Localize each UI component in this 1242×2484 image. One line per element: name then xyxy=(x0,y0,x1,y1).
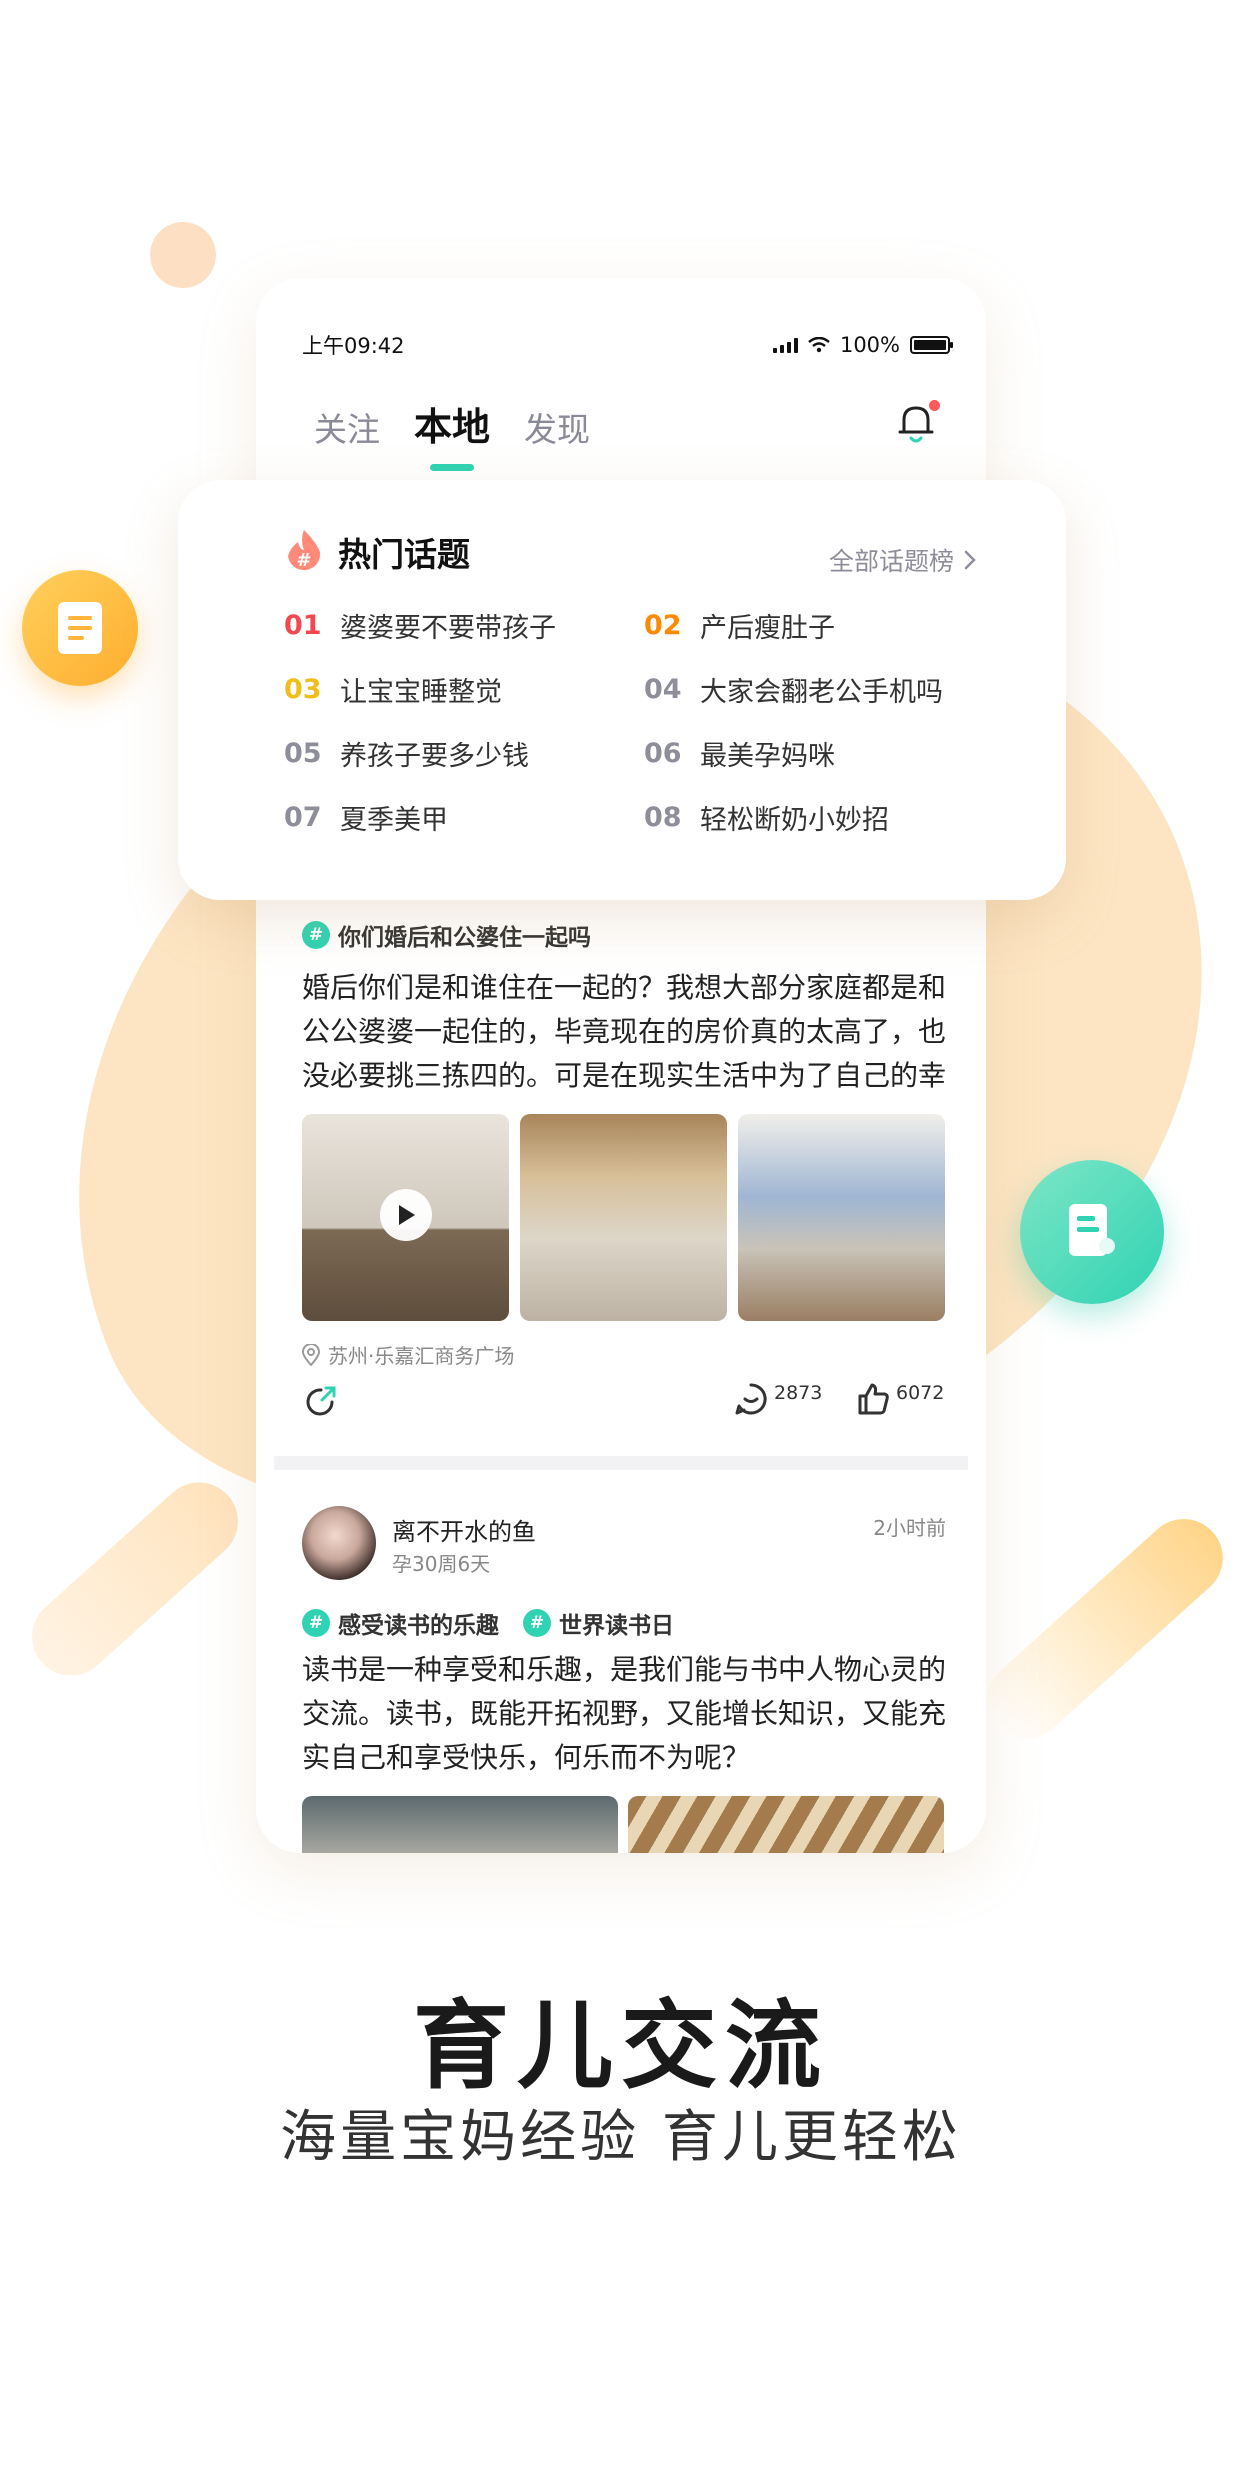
hash-icon: # xyxy=(523,1609,551,1637)
bell-icon[interactable] xyxy=(896,400,940,446)
hot-topic-label: 产后瘦肚子 xyxy=(700,612,835,644)
author-name[interactable]: 离不开水的鱼 xyxy=(392,1512,536,1547)
post-image[interactable] xyxy=(302,1796,618,1853)
chevron-right-icon xyxy=(964,550,976,570)
hot-topics-card: # 热门话题 全部话题榜 01 婆婆要不要带孩子 02 产后瘦肚子 03 让宝宝睡整觉 04… xyxy=(178,480,1066,900)
hot-topic-item[interactable]: 04 大家会翻老公手机吗 xyxy=(644,672,984,708)
hot-topic-label: 养孩子要多少钱 xyxy=(340,740,529,772)
signal-icon xyxy=(772,337,798,353)
hot-topics-list: 01 婆婆要不要带孩子 02 产后瘦肚子 03 让宝宝睡整觉 04 大家会翻老公手机吗 05 养孩… xyxy=(284,608,984,836)
hot-topic-rank: 05 xyxy=(284,737,322,769)
avatar[interactable] xyxy=(302,1506,376,1580)
hot-topic-item[interactable]: 02 产后瘦肚子 xyxy=(644,608,984,644)
comment-count: 2873 xyxy=(774,1382,823,1404)
hot-topic-label: 最美孕妈咪 xyxy=(700,740,835,772)
flame-hash-icon: # xyxy=(288,530,321,571)
like-icon xyxy=(858,1383,889,1415)
document-icon xyxy=(22,570,138,686)
tab-discover[interactable]: 发现 xyxy=(524,403,590,451)
like-count: 6072 xyxy=(896,1382,945,1404)
hot-topic-item[interactable]: 03 让宝宝睡整觉 xyxy=(284,672,644,708)
post-image[interactable] xyxy=(520,1114,727,1321)
top-tabs: 关注 本地 发现 xyxy=(314,396,590,451)
post-topic-tag[interactable]: # 世界读书日 xyxy=(523,1606,674,1640)
feed-divider xyxy=(274,1456,968,1470)
post-image[interactable] xyxy=(738,1114,945,1321)
comment-button[interactable]: 2873 xyxy=(734,1382,822,1416)
hot-topic-item[interactable]: 08 轻松断奶小妙招 xyxy=(644,800,984,836)
like-button[interactable]: 6072 xyxy=(856,1382,944,1416)
decorative-circle xyxy=(150,222,216,288)
hot-topic-rank: 01 xyxy=(284,609,322,641)
all-topics-label: 全部话题榜 xyxy=(828,547,954,576)
hot-topic-item[interactable]: 01 婆婆要不要带孩子 xyxy=(284,608,644,644)
post-image[interactable] xyxy=(628,1796,944,1853)
hot-topic-label: 让宝宝睡整觉 xyxy=(340,676,502,708)
hot-topic-rank: 04 xyxy=(644,673,682,705)
post-topic-label: 你们婚后和公婆住一起吗 xyxy=(338,925,591,951)
hot-topic-item[interactable]: 06 最美孕妈咪 xyxy=(644,736,984,772)
hot-topic-label: 婆婆要不要带孩子 xyxy=(340,612,556,644)
post-body[interactable]: 婚后你们是和谁住在一起的？我想大部分家庭都是和公公婆婆一起住的，毕竟现在的房价真… xyxy=(302,966,946,1098)
post-author: 离不开水的鱼 孕30周6天 2小时前 xyxy=(302,1506,946,1582)
post-tags: # 感受读书的乐趣 # 世界读书日 xyxy=(302,1606,674,1640)
location-label: 苏州·乐嘉汇商务广场 xyxy=(328,1344,515,1368)
author-pregnancy-status: 孕30周6天 xyxy=(392,1552,491,1576)
hot-topic-item[interactable]: 07 夏季美甲 xyxy=(284,800,644,836)
post-time: 2小时前 xyxy=(873,1516,946,1540)
hot-topic-item[interactable]: 05 养孩子要多少钱 xyxy=(284,736,644,772)
hot-topic-label: 轻松断奶小妙招 xyxy=(700,804,889,836)
wifi-icon xyxy=(808,337,830,353)
play-icon[interactable] xyxy=(380,1189,432,1241)
notification-dot xyxy=(929,400,940,411)
post-media-row xyxy=(302,1796,944,1853)
battery-percent: 100% xyxy=(839,333,900,357)
decorative-pill-right xyxy=(971,1502,1239,1756)
hot-topic-label: 大家会翻老公手机吗 xyxy=(700,676,943,708)
tab-local[interactable]: 本地 xyxy=(414,396,490,451)
all-topics-link[interactable]: 全部话题榜 xyxy=(829,542,976,578)
post-actions: 2873 6072 xyxy=(302,1382,946,1426)
status-bar: 上午09:42 100% xyxy=(302,330,953,360)
post-location[interactable]: 苏州·乐嘉汇商务广场 xyxy=(302,1340,514,1369)
hot-topic-rank: 06 xyxy=(644,737,682,769)
status-time: 上午09:42 xyxy=(302,334,405,358)
post-media-row xyxy=(302,1114,945,1321)
hot-topic-label: 夏季美甲 xyxy=(340,804,448,836)
hot-topic-rank: 07 xyxy=(284,801,322,833)
note-icon xyxy=(1020,1160,1164,1304)
page-subtitle: 海量宝妈经验 育儿更轻松 xyxy=(280,2105,962,2170)
hot-topic-rank: 08 xyxy=(644,801,682,833)
share-icon[interactable] xyxy=(302,1382,340,1420)
comment-icon xyxy=(735,1383,767,1415)
post-topic-label: 感受读书的乐趣 xyxy=(338,1613,499,1639)
tab-follow[interactable]: 关注 xyxy=(314,403,380,451)
post-body[interactable]: 读书是一种享受和乐趣，是我们能与书中人物心灵的交流。读书，既能开拓视野，又能增长… xyxy=(302,1648,946,1780)
post-topic-label: 世界读书日 xyxy=(559,1613,674,1639)
svg-text:#: # xyxy=(296,550,311,571)
post-video-thumbnail[interactable] xyxy=(302,1114,509,1321)
battery-icon xyxy=(910,336,953,354)
hash-icon: # xyxy=(302,1609,330,1637)
hot-topic-rank: 02 xyxy=(644,609,682,641)
page-title: 育儿交流 xyxy=(413,1990,829,2102)
hot-topic-rank: 03 xyxy=(284,673,322,705)
hot-topics-title: 热门话题 xyxy=(338,535,470,574)
location-pin-icon xyxy=(302,1343,320,1366)
hash-icon: # xyxy=(302,921,330,949)
post-topic-tag[interactable]: # 感受读书的乐趣 xyxy=(302,1606,499,1640)
decorative-pill-left xyxy=(16,1466,254,1692)
post-topic-tag[interactable]: # 你们婚后和公婆住一起吗 xyxy=(302,918,591,952)
